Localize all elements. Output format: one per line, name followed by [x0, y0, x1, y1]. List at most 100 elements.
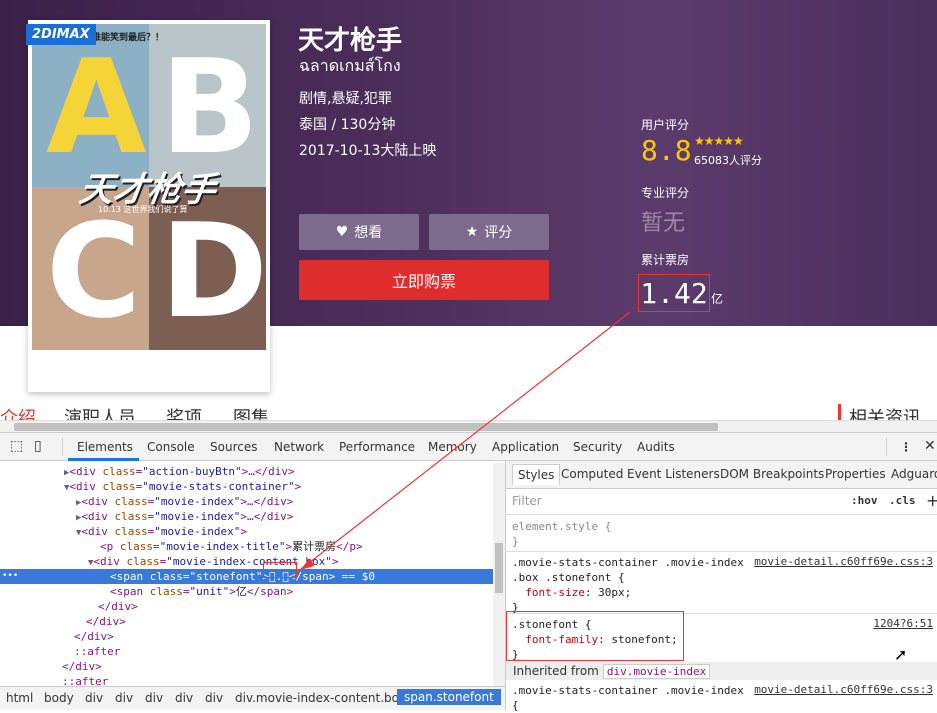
movie-poster[interactable]: A B C D 谁能笑到最后？！ 天才枪手 10.13 这世界我们说了算 — [28, 20, 270, 392]
node-actions-icon[interactable]: ••• — [2, 569, 18, 584]
class-value: movie-index — [160, 495, 234, 508]
pro-score: 暂无 — [641, 211, 686, 236]
dom-node[interactable]: ▼<div class="movie-index"> — [0, 524, 493, 539]
breadcrumb-div[interactable]: div — [115, 691, 133, 705]
dom-scrollbar[interactable] — [493, 463, 505, 688]
class-value: action-buyBtn — [148, 465, 236, 478]
horizontal-scrollbar[interactable] — [0, 420, 937, 432]
tab-console[interactable]: Console — [147, 440, 195, 454]
breadcrumb-body[interactable]: body — [44, 691, 74, 705]
class-toggle[interactable]: .cls — [889, 494, 916, 507]
class-value: movie-stats-container — [148, 480, 288, 493]
new-rule-icon[interactable]: + — [926, 491, 937, 510]
tab-security[interactable]: Security — [573, 440, 622, 454]
dom-node[interactable]: </div> — [0, 629, 493, 644]
breadcrumb-div[interactable]: div — [85, 691, 103, 705]
element-style-selector: element.style { — [512, 520, 612, 533]
dom-tree: ▶<div class="action-buyBtn">…</div> ▼<div… — [0, 461, 505, 688]
closing-tag: </div> — [98, 600, 138, 613]
more-menu-icon[interactable]: ⋮ — [900, 440, 912, 454]
boxoffice-value: 1.42 — [640, 276, 708, 310]
property-value[interactable]: 30px; — [598, 586, 631, 599]
tab-news[interactable]: 相关资讯 — [838, 404, 921, 420]
breadcrumb-div[interactable]: div — [145, 691, 163, 705]
tag-name: div — [76, 480, 96, 493]
tag-name: span — [116, 570, 144, 583]
tab-awards[interactable]: 奖项 — [166, 404, 202, 420]
rule-selector: .movie-stats-container .movie-index — [512, 556, 744, 569]
tab-event-listeners[interactable]: Event Listeners — [627, 467, 720, 481]
dom-breadcrumb: html body div div div div div div.movie-… — [0, 686, 505, 710]
boxoffice-label: 累计票房 — [641, 253, 690, 267]
tab-intro[interactable]: 介绍 — [0, 404, 36, 420]
dom-node[interactable]: ::after — [0, 644, 493, 659]
closing-tag: </div> — [74, 630, 114, 643]
tag-name: p — [106, 540, 114, 553]
tab-application[interactable]: Application — [492, 440, 559, 454]
tab-adguard[interactable]: Adguard — [891, 467, 937, 481]
hover-state-toggle[interactable]: :hov — [851, 494, 878, 507]
tab-computed[interactable]: Computed — [561, 467, 623, 481]
dom-node[interactable]: ▶<div class="movie-index">…</div> — [0, 494, 493, 509]
class-value: stonefont — [196, 570, 256, 583]
heart-icon: ♥ — [335, 224, 349, 240]
tab-elements[interactable]: Elements — [77, 440, 133, 454]
element-style-rule[interactable]: element.style {} — [512, 519, 611, 549]
breadcrumb-span-stonefont[interactable]: span.stonefont — [397, 689, 501, 705]
class-value: movie-index-content box — [172, 555, 326, 568]
property-name[interactable]: font-size — [525, 586, 585, 599]
styles-filter-bar: Filter :hov .cls + — [506, 489, 937, 515]
tab-performance[interactable]: Performance — [339, 440, 415, 454]
breadcrumb-div[interactable]: div — [205, 691, 223, 705]
inspect-icon[interactable]: ⬚ — [10, 438, 23, 454]
dom-node[interactable]: </div> — [0, 614, 493, 629]
boxoffice-highlight: 1.42 — [638, 274, 710, 312]
styles-filter-input[interactable]: Filter — [512, 494, 542, 508]
stylesheet-link[interactable]: movie-detail.c60ff69e.css:3 — [754, 683, 933, 696]
tab-styles[interactable]: Styles — [512, 464, 561, 485]
stylesheet-link[interactable]: 1204?6:51 — [873, 617, 933, 630]
scroll-thumb[interactable] — [14, 423, 718, 431]
dom-node[interactable]: ▶<div class="movie-index">…</div> — [0, 509, 493, 524]
breadcrumb-div[interactable]: div — [175, 691, 193, 705]
tab-properties[interactable]: Properties — [825, 467, 886, 481]
device-toggle-icon[interactable]: ▯ — [34, 438, 42, 454]
dom-node[interactable]: ▼<div class="movie-index-content box"> — [0, 554, 493, 569]
tab-memory[interactable]: Memory — [428, 440, 477, 454]
tab-cast[interactable]: 演职人员 — [64, 404, 136, 420]
dom-node[interactable]: ▶<div class="action-buyBtn">…</div> — [0, 464, 493, 479]
dom-node[interactable]: </div> — [0, 659, 493, 674]
tab-network[interactable]: Network — [274, 440, 324, 454]
close-icon[interactable]: ✕ — [924, 438, 936, 454]
dom-scroll-thumb[interactable] — [495, 543, 503, 593]
font-size-rule[interactable]: .movie-stats-container .movie-index .box… — [512, 555, 744, 615]
class-value: movie-index-title — [166, 540, 279, 553]
tag-tail: </span> == $0 — [288, 570, 375, 583]
dom-node[interactable]: <span class="unit">亿</span> — [0, 584, 493, 599]
breadcrumb-html[interactable]: html — [6, 691, 33, 705]
buy-ticket-button[interactable]: 立即购票 — [299, 260, 549, 300]
dom-node[interactable]: <p class="movie-index-title">累计票房</p> — [0, 539, 493, 554]
poster-tagline: 谁能笑到最后？！ — [92, 33, 165, 43]
rating-stars: ★★★★★ — [694, 134, 744, 148]
rate-button[interactable]: ★ 评分 — [429, 214, 549, 250]
dom-node-selected[interactable]: <span class="stonefont">.</span> == $0… — [0, 569, 493, 584]
tab-audits[interactable]: Audits — [637, 440, 675, 454]
poster-letter-b: B — [160, 31, 260, 183]
inherited-section-header: Inherited from div.movie-index — [506, 662, 937, 680]
tag-tail: </span> — [246, 585, 294, 598]
poster-letter-c: C — [46, 195, 142, 347]
tab-dom-breakpoints[interactable]: DOM Breakpoints — [720, 467, 824, 481]
movie-title-cn: 天才枪手 — [298, 26, 403, 56]
tab-gallery[interactable]: 图集 — [233, 404, 269, 420]
dom-node[interactable]: </div> — [0, 599, 493, 614]
want-to-see-button[interactable]: ♥ 想看 — [299, 214, 419, 250]
inherited-label: Inherited from — [513, 664, 599, 678]
tab-sources[interactable]: Sources — [210, 440, 257, 454]
breadcrumb-div-content[interactable]: div.movie-index-content.box — [235, 691, 406, 705]
inherited-element-link[interactable]: div.movie-index — [602, 664, 711, 679]
stylesheet-link[interactable]: movie-detail.c60ff69e.css:3 — [754, 555, 933, 568]
dom-node[interactable]: ▼<div class="movie-stats-container"> — [0, 479, 493, 494]
tag-tail: </p> — [336, 540, 363, 553]
closing-tag: ::after — [74, 645, 121, 658]
